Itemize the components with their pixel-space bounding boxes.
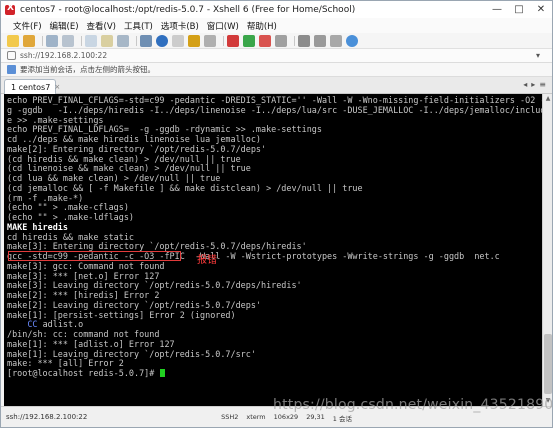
address-dropdown-icon[interactable]: ▾ xyxy=(536,51,540,60)
compose-icon[interactable] xyxy=(275,34,287,47)
open-session-icon[interactable] xyxy=(23,34,35,47)
menu-edit[interactable]: 编辑(E) xyxy=(50,20,79,32)
status-protocol: SSH2 xyxy=(221,413,239,421)
session-hint-text: 要添加当前会话，点击左侧的箭头按钮。 xyxy=(20,65,155,74)
status-terminal-type: xterm xyxy=(246,413,266,421)
info-icon xyxy=(7,65,16,74)
tab-centos7[interactable]: 1 centos7 × xyxy=(4,79,60,94)
menu-window[interactable]: 窗口(W) xyxy=(207,20,239,32)
watermark: https://blog.csdn.net/weixin_43521890 xyxy=(273,397,553,413)
xshell-window: centos7 - root@localhost:/opt/redis-5.0.… xyxy=(0,0,553,428)
xshell-app-icon xyxy=(4,3,16,16)
monitor-icon[interactable] xyxy=(140,34,152,47)
keyboard-icon[interactable] xyxy=(204,34,216,47)
help-icon[interactable] xyxy=(346,34,358,47)
window-title: centos7 - root@localhost:/opt/redis-5.0.… xyxy=(20,4,356,15)
menu-file[interactable]: 文件(F) xyxy=(13,20,42,32)
menu-view[interactable]: 查看(V) xyxy=(87,20,116,32)
lock-screen-icon[interactable] xyxy=(330,34,342,47)
paste-icon[interactable] xyxy=(101,34,113,47)
toolbar-separator xyxy=(294,35,295,46)
minimize-button[interactable]: — xyxy=(486,1,508,18)
toolbar-separator xyxy=(42,35,43,46)
tab-close-icon[interactable]: × xyxy=(54,83,60,91)
script-icon[interactable] xyxy=(243,34,255,47)
terminal-line: (echo "" > .make-ldflags) xyxy=(7,212,134,222)
address-icon xyxy=(7,51,16,60)
tab-menu-icon[interactable]: ≡ xyxy=(539,80,546,89)
maximize-button[interactable]: □ xyxy=(508,1,530,18)
menu-bar: 文件(F) 编辑(E) 查看(V) 工具(T) 选项卡(B) 窗口(W) 帮助(… xyxy=(1,18,552,33)
terminal-line: [root@localhost redis-5.0.7]# xyxy=(7,368,542,379)
toolbar xyxy=(1,33,552,49)
lock-icon[interactable] xyxy=(188,34,200,47)
fullscreen-icon[interactable] xyxy=(298,34,310,47)
close-button[interactable]: ✕ xyxy=(530,1,552,18)
scroll-up-icon[interactable]: ▲ xyxy=(544,95,552,103)
tunnel-icon[interactable] xyxy=(259,34,271,47)
layout-icon[interactable] xyxy=(314,34,326,47)
copy-icon[interactable] xyxy=(85,34,97,47)
menu-tools[interactable]: 工具(T) xyxy=(124,20,153,32)
font-icon[interactable] xyxy=(172,34,184,47)
terminal-line: make[1]: [persist-settings] Error 2 (ign… xyxy=(7,309,236,320)
new-session-icon[interactable] xyxy=(7,34,19,47)
window-controls: — □ ✕ xyxy=(486,1,552,18)
toolbar-separator xyxy=(223,35,224,46)
terminal-cursor xyxy=(160,369,166,377)
tab-navigation: ◂ ▸ ≡ xyxy=(523,80,546,89)
error-annotation: 报错 xyxy=(197,255,217,266)
status-sessions: 1 会话 xyxy=(332,415,352,423)
status-connection: ssh://192.168.2.100:22 xyxy=(6,413,88,421)
address-bar[interactable]: ssh://192.168.2.100:22 ▾ xyxy=(1,49,552,63)
terminal-output[interactable]: echo PREV_FINAL_CFLAGS=-std=c99 -pedanti… xyxy=(4,94,542,406)
status-cursor-position: 29,31 xyxy=(306,413,325,421)
tab-bar: 1 centos7 × ◂ ▸ ≡ xyxy=(1,77,552,94)
terminal-line: (cd jemalloc && [ -f Makefile ] && make … xyxy=(7,182,363,193)
error-highlight-box xyxy=(8,251,181,261)
terminal-scrollbar[interactable]: ▲ ▼ xyxy=(542,94,552,406)
session-hint-bar: 要添加当前会话，点击左侧的箭头按钮。 xyxy=(1,63,552,77)
unlink-icon[interactable] xyxy=(62,34,74,47)
globe-icon[interactable] xyxy=(156,34,168,47)
tab-prev-icon[interactable]: ◂ xyxy=(523,80,527,89)
tab-label: 1 centos7 xyxy=(11,82,51,92)
title-bar: centos7 - root@localhost:/opt/redis-5.0.… xyxy=(1,1,552,18)
link-icon[interactable] xyxy=(46,34,58,47)
status-items: SSH2 xterm 106x29 29,31 1 会话 xyxy=(221,413,352,423)
toolbar-separator xyxy=(136,35,137,46)
menu-help[interactable]: 帮助(H) xyxy=(247,20,277,32)
menu-tabs[interactable]: 选项卡(B) xyxy=(161,20,199,32)
status-size: 106x29 xyxy=(273,413,299,421)
find-icon[interactable] xyxy=(117,34,129,47)
tab-next-icon[interactable]: ▸ xyxy=(531,80,535,89)
toolbar-separator xyxy=(81,35,82,46)
xftp-icon[interactable] xyxy=(227,34,239,47)
address-text[interactable]: ssh://192.168.2.100:22 xyxy=(20,51,107,60)
scroll-thumb[interactable] xyxy=(544,334,552,394)
